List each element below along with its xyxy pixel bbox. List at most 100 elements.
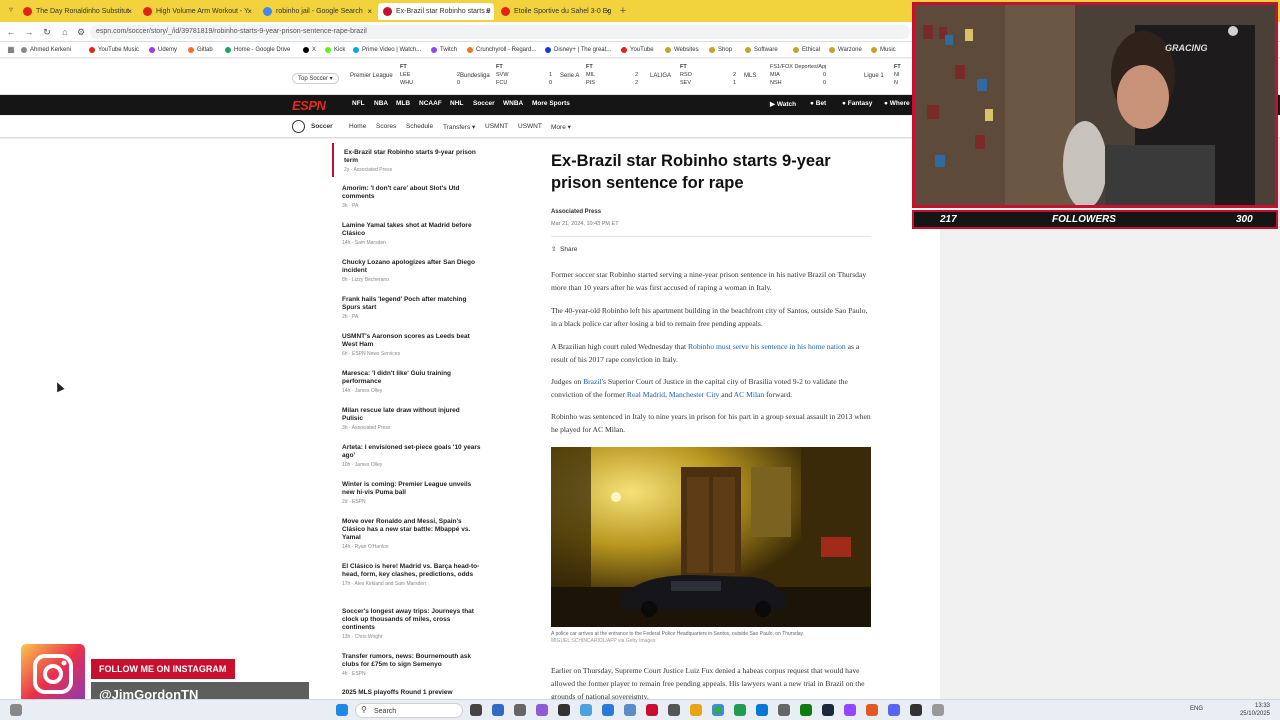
- edge-icon[interactable]: [756, 704, 768, 716]
- site-info-icon[interactable]: ⚙: [74, 25, 88, 39]
- nav-ncaaf[interactable]: NCAAF: [419, 100, 442, 107]
- bookmark[interactable]: Crunchyroll - Regard...: [466, 44, 536, 56]
- league-label[interactable]: Premier League: [350, 73, 393, 79]
- league-label[interactable]: Bundesliga: [460, 73, 490, 79]
- subnav-more[interactable]: More ▾: [551, 123, 571, 131]
- game-score[interactable]: FT NI N: [894, 63, 910, 91]
- list-item[interactable]: Transfer rumors, news: Bournemouth ask c…: [332, 653, 482, 677]
- app-icon[interactable]: [536, 704, 548, 716]
- bookmark-folder[interactable]: Warzone: [828, 44, 862, 56]
- twitch-icon[interactable]: [844, 704, 856, 716]
- list-item[interactable]: Maresca: 'I didn't like' Guiu training p…: [332, 370, 482, 394]
- subnav-scores[interactable]: Scores: [376, 123, 396, 130]
- game-score[interactable]: FT RSO 2 SEV 1: [680, 63, 736, 91]
- game-score[interactable]: FS1/FOX Deportes/Apple TV+ MIA0 NSH0: [770, 63, 826, 91]
- apps-icon[interactable]: ▦: [4, 43, 18, 57]
- language-indicator[interactable]: ENG: [1190, 706, 1203, 712]
- nav-wnba[interactable]: WNBA: [503, 100, 523, 107]
- task-view-icon[interactable]: [470, 704, 482, 716]
- share-button[interactable]: ⇧ Share: [551, 245, 577, 253]
- close-icon[interactable]: ×: [247, 3, 252, 20]
- list-item[interactable]: Ex-Brazil star Robinho starts 9-year pri…: [332, 143, 482, 177]
- bookmark[interactable]: X: [302, 44, 316, 56]
- close-icon[interactable]: ×: [605, 3, 610, 20]
- article-link[interactable]: AC Milan: [734, 390, 765, 399]
- app-icon[interactable]: [624, 704, 636, 716]
- app-icon[interactable]: [668, 704, 680, 716]
- taskbar-search[interactable]: Search: [355, 703, 463, 718]
- article-byline[interactable]: Associated Press: [551, 209, 601, 215]
- league-label[interactable]: LALIGA: [650, 73, 671, 79]
- subnav-schedule[interactable]: Schedule: [406, 123, 433, 130]
- list-item[interactable]: Chucky Lozano apologizes after San Diego…: [332, 259, 482, 283]
- nav-fantasy[interactable]: ● Fantasy: [842, 100, 872, 107]
- bookmark[interactable]: Prime Video | Watch...: [352, 44, 421, 56]
- tab-menu-icon[interactable]: ▿: [4, 3, 18, 17]
- list-item[interactable]: Milan rescue late draw without injured P…: [332, 407, 482, 431]
- close-icon[interactable]: ×: [367, 3, 372, 20]
- tab-1[interactable]: The Day Ronaldinho Substitut ×: [18, 3, 136, 20]
- forward-icon[interactable]: →: [22, 25, 36, 39]
- app-icon[interactable]: [932, 704, 944, 716]
- tab-2[interactable]: High Volume Arm Workout - Y ×: [138, 3, 256, 20]
- list-item[interactable]: 2025 MLS playoffs Round 1 preview: [332, 689, 482, 697]
- list-item[interactable]: El Clásico is here! Madrid vs. Barça hea…: [332, 563, 482, 587]
- bookmark-folder[interactable]: Software: [744, 44, 778, 56]
- tab-3[interactable]: robinho jail - Google Search ×: [258, 3, 376, 20]
- discord-icon[interactable]: [888, 704, 900, 716]
- close-icon[interactable]: ×: [127, 3, 132, 20]
- bookmark[interactable]: Ahmed Kerkeni: [20, 44, 71, 56]
- bookmark[interactable]: Home - Google Drive: [224, 44, 290, 56]
- xbox-icon[interactable]: [800, 704, 812, 716]
- url-field[interactable]: espn.com/soccer/story/_/id/39781819/robi…: [90, 25, 910, 39]
- app-icon[interactable]: [492, 704, 504, 716]
- chrome-icon[interactable]: [712, 704, 724, 716]
- league-label[interactable]: Ligue 1: [864, 73, 884, 79]
- nav-more-sports[interactable]: More Sports: [532, 100, 570, 107]
- tab-5[interactable]: Etoile Sportive du Sahel 3-0 Eg ×: [496, 3, 614, 20]
- app-icon[interactable]: [866, 704, 878, 716]
- list-item[interactable]: Amorim: 'I don't care' about Slot's Utd …: [332, 185, 482, 209]
- photos-icon[interactable]: [602, 704, 614, 716]
- widgets-icon[interactable]: [10, 704, 22, 716]
- bookmark-folder[interactable]: Ethical: [792, 44, 820, 56]
- app-icon[interactable]: [778, 704, 790, 716]
- list-item[interactable]: Winter is coming: Premier League unveils…: [332, 481, 482, 505]
- nav-soccer[interactable]: Soccer: [473, 100, 495, 107]
- back-icon[interactable]: ←: [4, 25, 18, 39]
- game-score[interactable]: FT LEE 2 WHU 0: [400, 63, 460, 91]
- nav-mlb[interactable]: MLB: [396, 100, 410, 107]
- app-icon[interactable]: [734, 704, 746, 716]
- subnav-transfers[interactable]: Transfers ▾: [443, 123, 475, 131]
- game-score[interactable]: FT MIL 2 PIS 2: [586, 63, 638, 91]
- nav-bet[interactable]: ● Bet: [810, 100, 826, 107]
- home-icon[interactable]: ⌂: [58, 25, 72, 39]
- bookmark-folder[interactable]: Websites: [664, 44, 699, 56]
- nav-where[interactable]: ● Where: [884, 100, 910, 107]
- nav-nhl[interactable]: NHL: [450, 100, 463, 107]
- start-icon[interactable]: [336, 704, 348, 716]
- bookmark[interactable]: YouTube Music: [88, 44, 139, 56]
- espn-logo[interactable]: ESPN: [292, 98, 326, 113]
- game-score[interactable]: FT SVW 1 FCU 0: [496, 63, 552, 91]
- file-explorer-icon[interactable]: [690, 704, 702, 716]
- article-link[interactable]: Brazil: [583, 377, 602, 386]
- article-link[interactable]: Real Madrid: [627, 390, 665, 399]
- list-item[interactable]: USMNT's Aaronson scores as Leeds beat We…: [332, 333, 482, 357]
- list-item[interactable]: Lamine Yamal takes shot at Madrid before…: [332, 222, 482, 246]
- bookmark-folder[interactable]: Music: [870, 44, 896, 56]
- steam-icon[interactable]: [822, 704, 834, 716]
- league-label[interactable]: MLS: [744, 73, 756, 79]
- subnav-usmnt[interactable]: USMNT: [485, 123, 508, 130]
- app-icon[interactable]: [580, 704, 592, 716]
- list-item[interactable]: Soccer's longest away trips: Journeys th…: [332, 608, 482, 640]
- top-soccer-dropdown[interactable]: Top Soccer ▾: [292, 73, 339, 84]
- system-clock[interactable]: 13:33 25/10/2025: [1240, 702, 1270, 718]
- nav-watch[interactable]: ▶ Watch: [770, 100, 796, 108]
- article-link[interactable]: Robinho must serve his sentence in his h…: [688, 342, 846, 351]
- list-item[interactable]: Frank hails 'legend' Poch after matching…: [332, 296, 482, 320]
- reload-icon[interactable]: ↻: [40, 25, 54, 39]
- nav-nba[interactable]: NBA: [374, 100, 388, 107]
- notion-icon[interactable]: [558, 704, 570, 716]
- bookmark[interactable]: Disney+ | The great...: [544, 44, 611, 56]
